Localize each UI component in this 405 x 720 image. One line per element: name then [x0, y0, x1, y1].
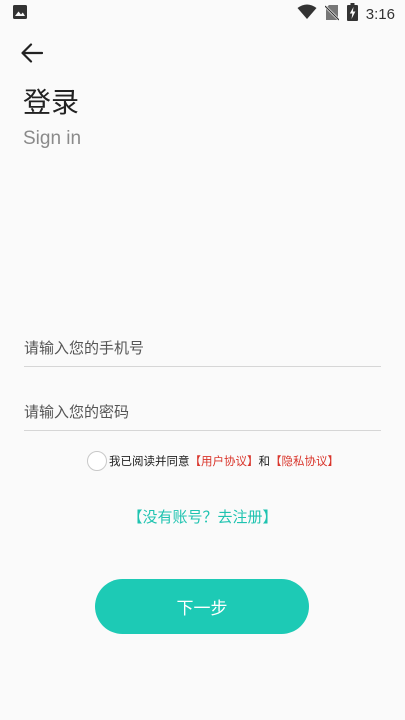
user-agreement-link[interactable]: 【用户协议】: [190, 453, 259, 469]
arrow-left-icon: [21, 43, 44, 67]
password-input[interactable]: [24, 394, 381, 430]
agreement-row: 我已阅读并同意 【用户协议】 和 【隐私协议】: [87, 450, 339, 472]
image-icon: [12, 4, 28, 24]
phone-field: [24, 330, 381, 367]
privacy-policy-link[interactable]: 【隐私协议】: [270, 453, 339, 469]
agreement-prefix: 我已阅读并同意: [109, 454, 190, 468]
agreement-checkbox[interactable]: [87, 451, 107, 471]
status-time: 3:16: [365, 5, 395, 23]
wifi-icon: [297, 4, 317, 24]
page-subtitle: Sign in: [23, 128, 82, 149]
back-button[interactable]: [18, 42, 46, 68]
status-bar: 3:16: [0, 0, 405, 28]
no-sim-icon: [323, 4, 340, 25]
battery-charging-icon: [346, 3, 358, 25]
register-link[interactable]: 【没有账号？去注册】: [0, 506, 405, 527]
phone-input[interactable]: [24, 330, 381, 366]
password-field: [24, 394, 381, 431]
next-button[interactable]: 下一步: [95, 579, 309, 634]
page-title: 登录: [23, 86, 80, 119]
agreement-conjunction: 和: [258, 454, 271, 468]
